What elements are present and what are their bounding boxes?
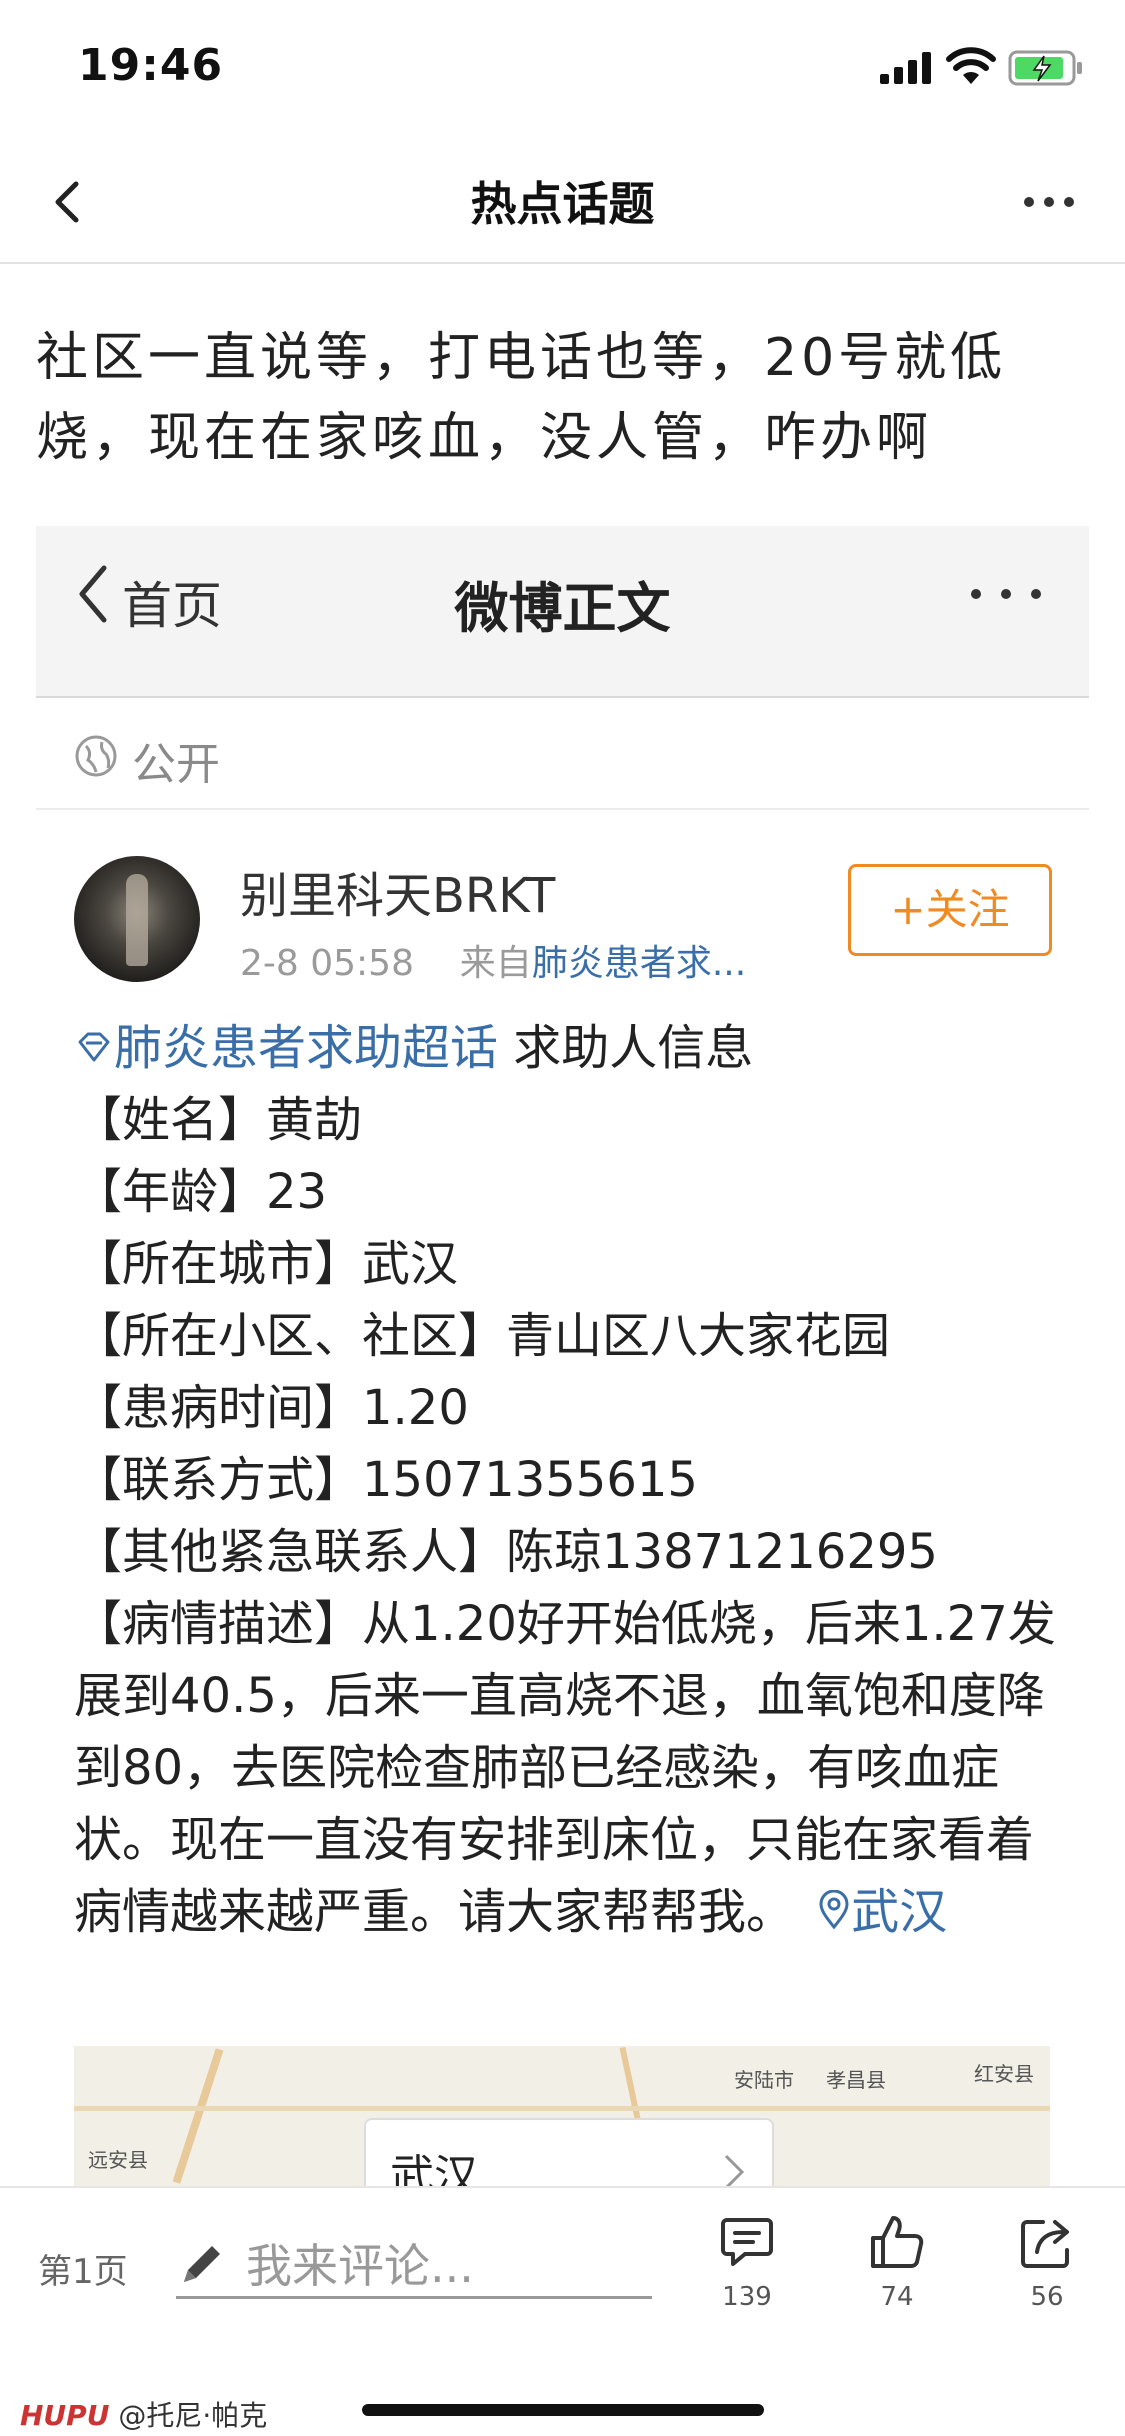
watermark: HUPU @托尼·帕克	[20, 2394, 267, 2434]
visibility-label: 公开	[132, 739, 220, 790]
like-button[interactable]: 74	[852, 2212, 942, 2312]
location-link: 武汉	[851, 1884, 948, 1940]
comment-input-underline	[176, 2296, 652, 2299]
map-road	[74, 2106, 1050, 2111]
map-location-card: 武汉	[364, 2118, 774, 2186]
watermark-author: @托尼·帕克	[118, 2399, 268, 2432]
supertopic-diamond-icon	[78, 1032, 110, 1062]
status-bar: 19:46	[0, 0, 1125, 140]
user-name: 别里科天BRKT	[240, 868, 556, 924]
nav-bar: 热点话题	[0, 140, 1125, 264]
comment-input[interactable]: 我来评论...	[246, 2230, 474, 2296]
battery-charging-icon	[1008, 50, 1082, 86]
post-source: 肺炎患者求...	[531, 943, 747, 984]
description-block: 【病情描述】从1.20好开始低烧，后来1.27发展到40.5，后来一直高烧不退，…	[74, 1588, 1074, 1948]
weibo-more-icon	[971, 589, 1041, 599]
embedded-weibo-screenshot[interactable]: 首页 微博正文 公开 别里科天BRKT 2-8 05:58 来自肺炎患者求...…	[36, 526, 1089, 2186]
visibility-row: 公开	[36, 698, 1089, 810]
like-count: 74	[880, 2282, 914, 2312]
avatar-figure	[126, 874, 148, 966]
cellular-signal-icon	[880, 52, 931, 84]
comment-icon	[721, 2218, 773, 2266]
info-line: 【所在城市】武汉	[74, 1236, 459, 1292]
info-line: 【其他紧急联系人】陈琼13871216295	[74, 1524, 938, 1580]
pencil-icon	[184, 2246, 220, 2282]
share-icon	[1021, 2220, 1069, 2268]
post-time: 2-8 05:58	[240, 943, 414, 984]
map-place: 安陆市	[734, 2068, 794, 2092]
supertopic-tag: 肺炎患者求助超话	[114, 1020, 499, 1076]
post-meta: 2-8 05:58 来自肺炎患者求...	[240, 934, 746, 986]
comment-count: 139	[722, 2282, 772, 2312]
home-indicator[interactable]	[362, 2404, 764, 2416]
avatar	[74, 856, 200, 982]
chevron-right-icon	[724, 2154, 745, 2186]
page-indicator[interactable]: 第1页	[38, 2244, 128, 2293]
map-card-label: 武汉	[390, 2151, 478, 2186]
watermark-brand: HUPU	[20, 2399, 110, 2432]
status-time: 19:46	[78, 40, 224, 91]
body-heading: 求助人信息	[513, 1020, 754, 1076]
info-line: 【所在小区、社区】青山区八大家花园	[74, 1308, 891, 1364]
info-line: 【联系方式】15071355615	[74, 1452, 698, 1508]
more-options-icon[interactable]	[1022, 192, 1076, 212]
globe-icon	[75, 735, 117, 777]
map-place: 红安县	[974, 2062, 1034, 2086]
map-place: 远安县	[88, 2148, 148, 2172]
thumbs-up-icon	[871, 2216, 924, 2268]
info-line: 【年龄】23	[74, 1164, 328, 1220]
weibo-title: 微博正文	[454, 577, 671, 640]
info-line: 【姓名】黄劼	[74, 1092, 363, 1148]
share-count: 56	[1030, 2282, 1064, 2312]
source-prefix: 来自	[459, 943, 532, 984]
follow-button: +关注	[848, 864, 1052, 956]
share-button[interactable]: 56	[1002, 2212, 1092, 2312]
wifi-icon	[946, 47, 996, 84]
location-map: 安陆市 孝昌县 红安县 远安县 武汉	[74, 2046, 1050, 2186]
map-place: 孝昌县	[826, 2068, 886, 2092]
comment-button[interactable]: 139	[702, 2212, 792, 2312]
weibo-nav-bar: 首页 微博正文	[36, 526, 1089, 698]
info-line: 【患病时间】1.20	[74, 1380, 469, 1436]
map-road	[172, 2048, 224, 2184]
location-pin-icon	[819, 1889, 849, 1930]
weibo-body: 肺炎患者求助超话 求助人信息 【姓名】黄劼 【年龄】23 【所在城市】武汉 【所…	[74, 1012, 1074, 1948]
tag-line: 肺炎患者求助超话 求助人信息	[74, 1012, 1074, 1084]
page-title: 热点话题	[470, 177, 655, 231]
bottom-action-bar: 第1页 我来评论... 139 74 56	[0, 2186, 1125, 2346]
post-text: 社区一直说等，打电话也等，20号就低烧，现在在家咳血，没人管，咋办啊	[36, 328, 1007, 468]
